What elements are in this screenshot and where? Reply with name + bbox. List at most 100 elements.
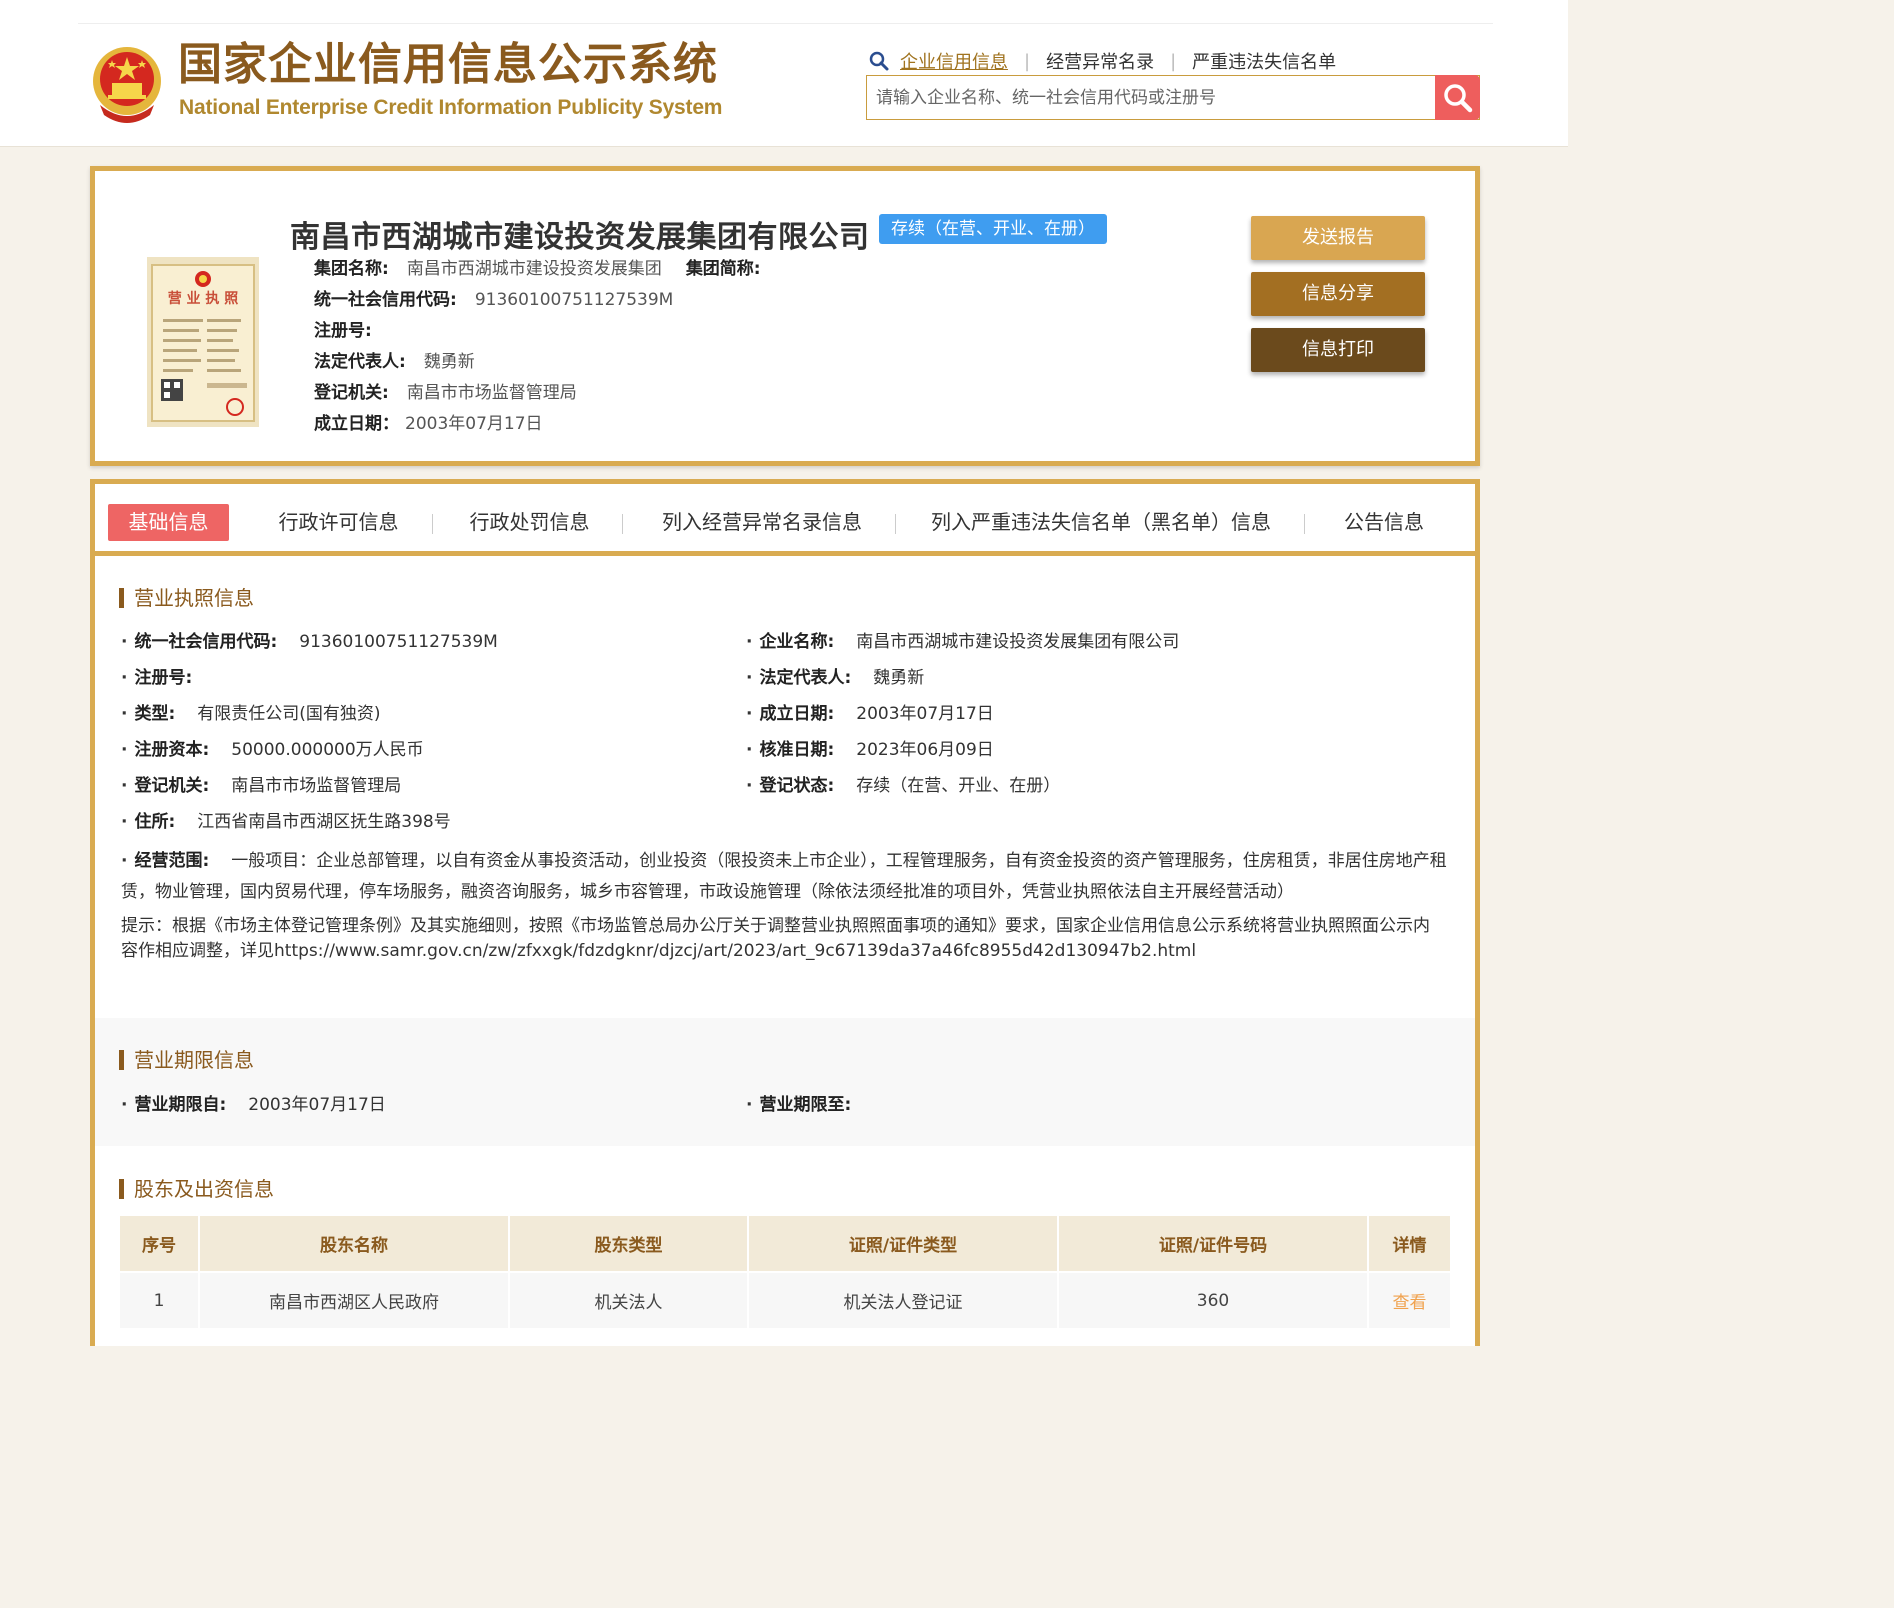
field-address: · 住所: 江西省南昌市西湖区抚生路398号 [121, 810, 451, 834]
field-value: 南昌市西湖城市建设投资发展集团有限公司 [856, 632, 1180, 652]
license-section-heading: 营业执照信息 [119, 588, 254, 608]
site-title-cn: 国家企业信用信息公示系统 [178, 39, 718, 90]
bullet: · [121, 1095, 128, 1115]
bullet: · [121, 704, 128, 724]
bullet: · [746, 1095, 753, 1115]
field-label: 成立日期: [759, 704, 835, 724]
bullet: · [746, 740, 753, 760]
tab-separator [432, 514, 433, 534]
field-label: 企业名称: [759, 632, 835, 652]
business-license-image[interactable]: 营 业 执 照 [147, 257, 259, 427]
field-value: 江西省南昌市西湖区抚生路398号 [197, 812, 451, 832]
group-name-row: 集团名称: 南昌市西湖城市建设投资发展集团 集团简称: [314, 258, 761, 280]
nav-credit-info[interactable]: 企业信用信息 [900, 48, 1008, 74]
reg-authority-row: 登记机关: 南昌市市场监督管理局 [314, 382, 577, 404]
cell-name: 南昌市西湖区人民政府 [199, 1271, 510, 1328]
search-button[interactable] [1435, 75, 1480, 120]
column-header: 序号 [120, 1216, 200, 1272]
main-content: 营业执照信息 · 统一社会信用代码: 91360100751127539M · 企业名… [90, 556, 1480, 1346]
field-company-name: · 企业名称: 南昌市西湖城市建设投资发展集团有限公司 [746, 630, 1179, 654]
field-reg-no: · 注册号: [121, 666, 192, 690]
bullet: · [746, 776, 753, 796]
field-term-from: · 营业期限自: 2003年07月17日 [121, 1093, 386, 1117]
column-header: 股东类型 [509, 1216, 749, 1272]
info-tabs: 基础信息 行政许可信息 行政处罚信息 列入经营异常名录信息 列入严重违法失信名单… [90, 479, 1480, 556]
table-row: 1 南昌市西湖区人民政府 机关法人 机关法人登记证 360 查看 [120, 1271, 1450, 1328]
field-founded: · 成立日期: 2003年07月17日 [746, 702, 994, 726]
search-icon [1443, 83, 1472, 112]
field-label: 注册号: [134, 668, 193, 688]
cell-no: 1 [120, 1271, 200, 1328]
tab-admin-penalty[interactable]: 行政处罚信息 [451, 504, 608, 541]
founded-row: 成立日期： 2003年07月17日 [314, 413, 543, 435]
field-label: 统一社会信用代码: [134, 632, 278, 652]
cell-cert-no: 360 [1058, 1271, 1369, 1328]
company-name: 南昌市西湖城市建设投资发展集团有限公司 [290, 220, 870, 255]
shareholders-table: 序号 股东名称 股东类型 证照/证件类型 证照/证件号码 详情 1 南昌市西湖区… [120, 1216, 1450, 1328]
field-business-scope: · 经营范围: 一般项目：企业总部管理，以自有资金从事投资活动，创业投资（限投资未上… [121, 846, 1451, 908]
legal-rep-value: 魏勇新 [423, 352, 475, 372]
field-label: 登记状态: [759, 776, 835, 796]
bullet: · [121, 851, 128, 871]
group-name-value: 南昌市西湖城市建设投资发展集团 [406, 259, 662, 279]
cell-detail: 查看 [1368, 1271, 1450, 1328]
top-divider [78, 23, 1493, 24]
group-name-label: 集团名称: [314, 259, 389, 279]
reg-no-label: 注册号: [314, 321, 372, 341]
column-header: 详情 [1368, 1216, 1450, 1272]
bullet: · [121, 632, 128, 652]
column-header: 证照/证件号码 [1058, 1216, 1369, 1272]
founded-label: 成立日期： [314, 414, 399, 434]
field-value: 91360100751127539M [299, 632, 498, 652]
tab-separator [1304, 514, 1305, 534]
tab-basic-info[interactable]: 基础信息 [108, 504, 229, 541]
svg-text:营 业 执 照: 营 业 执 照 [168, 290, 239, 307]
credit-code-row: 统一社会信用代码: 91360100751127539M [314, 289, 673, 311]
site-header: 国家企业信用信息公示系统 National Enterprise Credit … [0, 0, 1568, 147]
tab-blacklist[interactable]: 列入严重违法失信名单（黑名单）信息 [910, 504, 1292, 541]
field-credit-code: · 统一社会信用代码: 91360100751127539M [121, 630, 498, 654]
tab-announcements[interactable]: 公告信息 [1320, 504, 1448, 541]
field-capital: · 注册资本: 50000.000000万人民币 [121, 738, 424, 762]
bullet: · [746, 668, 753, 688]
share-info-button[interactable]: 信息分享 [1251, 272, 1425, 316]
field-value: 存续（在营、开业、在册） [856, 776, 1061, 796]
legal-rep-label: 法定代表人: [314, 352, 406, 372]
founded-value: 2003年07月17日 [405, 414, 543, 434]
reg-authority-label: 登记机关: [314, 383, 389, 403]
search-input[interactable] [867, 76, 1427, 119]
field-type: · 类型: 有限责任公司(国有独资) [121, 702, 381, 726]
column-header: 证照/证件类型 [748, 1216, 1059, 1272]
legal-rep-row: 法定代表人: 魏勇新 [314, 351, 475, 373]
view-detail-link[interactable]: 查看 [1393, 1293, 1427, 1313]
field-value: 2003年07月17日 [856, 704, 994, 724]
nav-separator: | [1024, 50, 1031, 72]
national-emblem-logo[interactable] [90, 45, 165, 123]
field-label: 住所: [134, 812, 176, 832]
bullet: · [746, 704, 753, 724]
bullet: · [121, 668, 128, 688]
nav-blacklist[interactable]: 严重违法失信名单 [1192, 48, 1336, 74]
field-authority: · 登记机关: 南昌市市场监督管理局 [121, 774, 401, 798]
field-legal-rep: · 法定代表人: 魏勇新 [746, 666, 924, 690]
tab-abnormal-list[interactable]: 列入经营异常名录信息 [643, 504, 881, 541]
field-value: 2023年06月09日 [856, 740, 994, 760]
field-label: 法定代表人: [759, 668, 852, 688]
field-term-to: · 营业期限至: [746, 1093, 851, 1117]
tab-admin-license[interactable]: 行政许可信息 [255, 504, 422, 541]
nav-separator: | [1170, 50, 1177, 72]
term-section-background [95, 1018, 1475, 1146]
nav-abnormal-list[interactable]: 经营异常名录 [1046, 48, 1154, 74]
print-info-button[interactable]: 信息打印 [1251, 328, 1425, 372]
tab-separator [622, 514, 623, 534]
search-bar [866, 75, 1480, 120]
cell-type: 机关法人 [509, 1271, 749, 1328]
credit-code-value: 91360100751127539M [474, 290, 674, 310]
bullet: · [121, 812, 128, 832]
status-badge: 存续（在营、开业、在册） [879, 214, 1107, 244]
send-report-button[interactable]: 发送报告 [1251, 216, 1425, 260]
cell-cert-type: 机关法人登记证 [748, 1271, 1059, 1328]
field-reg-status: · 登记状态: 存续（在营、开业、在册） [746, 774, 1060, 798]
tab-separator [895, 514, 896, 534]
company-summary-card: 营 业 执 照 南昌市西湖城市建设投资发展集团有限公司 存续（在营、开业、在册）… [90, 166, 1480, 466]
